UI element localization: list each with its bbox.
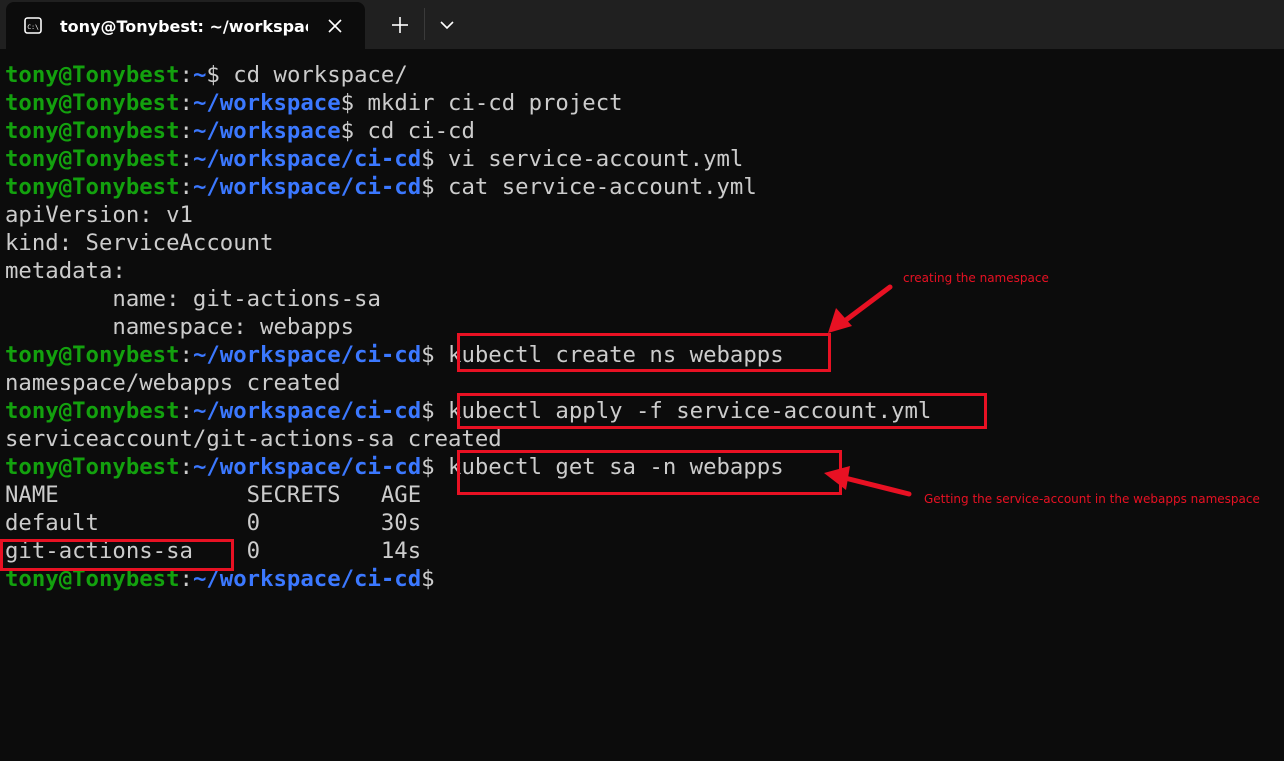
annotation-arrows: [824, 284, 912, 497]
annotation-creating-namespace: creating the namespace: [903, 271, 1049, 285]
annotation-getting-service-account: Getting the service-account in the webap…: [924, 492, 1260, 506]
